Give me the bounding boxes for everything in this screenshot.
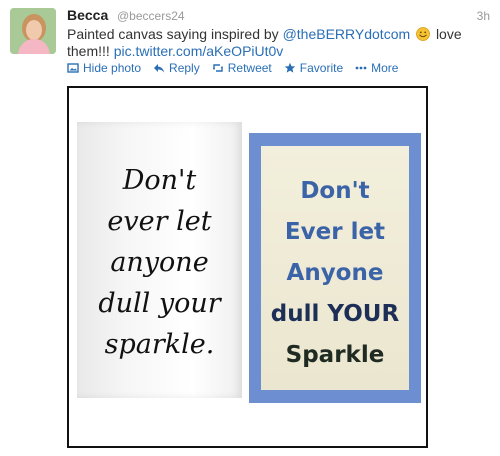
right-canvas-line: Don't: [300, 178, 370, 204]
smiley-icon: [416, 27, 430, 41]
left-canvas-line: sparkle.: [104, 329, 215, 360]
star-icon: [284, 62, 295, 73]
avatar[interactable]: [10, 8, 56, 54]
retweet-icon: [212, 64, 223, 72]
right-canvas-inner: Don't Ever let Anyone dull YOUR Sparkle: [261, 146, 409, 390]
timestamp[interactable]: 3h: [477, 9, 490, 23]
tweet-photo[interactable]: Don't ever let anyone dull your sparkle.…: [67, 86, 428, 448]
reply-label: Reply: [169, 61, 200, 75]
tweet-actions: Hide photo Reply Retweet Favorite More: [67, 61, 398, 75]
hide-photo-button[interactable]: Hide photo: [67, 61, 141, 75]
right-canvas-text: Don't Ever let Anyone dull YOUR Sparkle: [261, 171, 409, 376]
more-label: More: [371, 61, 399, 75]
mention-link[interactable]: @theBERRYdotcom: [283, 26, 411, 42]
tweet-text-line2: them!!!: [67, 43, 110, 59]
left-canvas-line: Don't: [122, 165, 197, 196]
retweet-label: Retweet: [227, 61, 272, 75]
left-canvas-text: Don't ever let anyone dull your sparkle.: [77, 160, 242, 365]
tweet-text-prefix: Painted canvas saying inspired by: [67, 26, 279, 42]
tweet-text: Painted canvas saying inspired by @theBE…: [67, 26, 477, 60]
left-canvas-photo: Don't ever let anyone dull your sparkle.: [77, 122, 242, 398]
left-canvas-line: anyone: [110, 247, 209, 278]
user-name[interactable]: Becca: [67, 7, 108, 23]
reply-icon: [154, 64, 165, 73]
user-handle[interactable]: @beccers24: [117, 9, 185, 23]
favorite-label: Favorite: [299, 61, 344, 75]
hide-photo-label: Hide photo: [83, 61, 142, 75]
more-button[interactable]: More: [355, 61, 398, 75]
favorite-button[interactable]: Favorite: [284, 61, 343, 75]
tweet-text-suffix: love: [435, 26, 462, 42]
pic-link[interactable]: pic.twitter.com/aKeOPiUt0v: [114, 43, 284, 59]
reply-button[interactable]: Reply: [153, 61, 200, 75]
ellipsis-icon: [355, 66, 367, 70]
right-canvas-photo: Don't Ever let Anyone dull YOUR Sparkle: [249, 133, 421, 403]
right-canvas-line: Ever let: [284, 219, 386, 245]
left-canvas-line: ever let: [107, 206, 212, 237]
right-canvas-line: dull YOUR: [270, 301, 400, 327]
right-canvas-line: Anyone: [286, 260, 384, 286]
right-canvas-line: Sparkle: [285, 342, 385, 368]
photo-icon: [67, 63, 79, 73]
left-canvas-line: dull your: [98, 288, 221, 319]
retweet-button[interactable]: Retweet: [212, 61, 272, 75]
